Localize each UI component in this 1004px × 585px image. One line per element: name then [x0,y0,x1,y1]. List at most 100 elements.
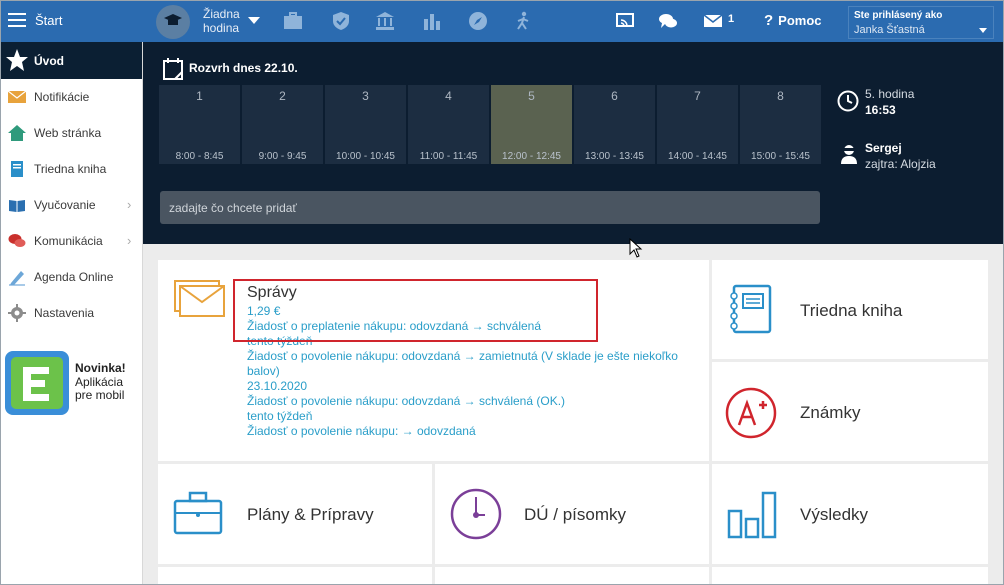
period-time: 12:00 - 12:45 [502,151,561,162]
clock-icon [837,90,859,112]
birthday-name[interactable]: Sergej [865,141,902,155]
grade-a-plus-icon [725,387,777,439]
plans-tile[interactable]: Plány & Prípravy [158,464,432,564]
open-book-icon [9,200,25,212]
period-cell[interactable]: 3 10:00 - 10:45 [325,85,406,164]
hamburger-menu-icon[interactable] [8,13,26,27]
current-time: 16:53 [865,103,896,117]
sidebar-item-vyucovanie[interactable]: Vyučovanie › [1,187,142,223]
bank-icon[interactable] [375,11,395,31]
period-number: 4 [445,89,452,103]
schedule-title: Rozvrh dnes 22.10. [189,61,298,75]
grades-label: Známky [800,403,861,422]
feed-item[interactable]: Žiadosť o povolenie nákupu: odovzdaná → … [247,394,707,409]
schedule-panel: Rozvrh dnes 22.10. 1 8:00 - 8:45 2 9:00 - 9… [143,42,1003,244]
homework-label: DÚ / písomky [524,505,627,524]
sidebar-item-notifikacie[interactable]: Notifikácie [1,79,142,115]
envelope-icon [8,90,26,103]
help-link[interactable]: ? Pomoc [764,12,822,29]
sidebar-item-agenda-online[interactable]: Agenda Online [1,259,142,295]
period-cell[interactable]: 2 9:00 - 9:45 [242,85,323,164]
feed-date: 23.10.2020 [247,379,308,393]
shield-icon[interactable] [331,11,351,31]
birthday-tomorrow: zajtra: Alojzia [865,157,936,171]
chevron-down-icon [979,28,987,33]
current-hour: 5. hodina [865,87,915,101]
person-icon [841,145,857,164]
walking-icon[interactable] [513,11,533,31]
period-cell[interactable]: 8 15:00 - 15:45 [740,85,821,164]
house-icon [8,125,26,141]
plans-label: Plány & Prípravy [247,505,374,524]
sidebar-item-triedna-kniha[interactable]: Triedna kniha [1,151,142,187]
gear-icon [8,304,26,322]
notebook-icon [730,284,772,334]
period-number: 6 [611,89,618,103]
add-item-input[interactable] [160,191,820,224]
app-window: Štart Žiadna hodina 1 ? Pomoc Ste prihlás… [0,0,1004,585]
period-number: 1 [196,89,203,103]
user-account-dropdown[interactable]: Ste prihlásený ako Janka Šťastná [848,6,994,39]
chat-bubbles-icon[interactable] [658,11,678,31]
briefcase-icon[interactable] [283,11,303,31]
start-link[interactable]: Štart [35,13,62,28]
bar-chart-icon[interactable] [422,11,442,31]
period-cell[interactable]: 5 12:00 - 12:45 [491,85,572,164]
grades-tile[interactable]: Známky [712,362,988,461]
period-number: 7 [694,89,701,103]
mobile-app-promo[interactable]: Novinka! Aplikácia pre mobil [5,351,139,417]
period-cell[interactable]: 7 14:00 - 14:45 [657,85,738,164]
period-cell[interactable]: 6 13:00 - 13:45 [574,85,655,164]
sidebar-item-nastavenia[interactable]: Nastavenia [1,295,142,331]
promo-title: Novinka! [75,361,126,375]
edupage-logo-icon [5,351,69,415]
homework-tile[interactable]: DÚ / písomky [435,464,709,564]
tile-partial [158,567,432,584]
clock-icon [450,488,502,540]
period-time: 15:00 - 15:45 [751,151,810,162]
message-count-badge[interactable]: 1 [728,13,734,25]
period-time: 9:00 - 9:45 [258,151,307,162]
period-time: 13:00 - 13:45 [585,151,644,162]
period-number: 8 [777,89,784,103]
user-name: Janka Šťastná [854,24,925,36]
star-icon [6,49,28,71]
pen-icon [9,271,25,286]
class-book-tile[interactable]: Triedna kniha [712,260,988,359]
sidebar-item-komunikacia[interactable]: Komunikácia › [1,223,142,259]
calendar-icon [163,58,183,80]
envelope-icon [174,280,225,317]
sidebar: Úvod Notifikácie Web stránka Triedna kni… [1,42,143,584]
bar-chart-icon [727,491,777,539]
promo-text: Aplikácia pre mobil [75,375,125,402]
feed-item[interactable]: Žiadosť o povolenie nákupu: odovzdaná → … [247,349,707,379]
highlight-box [233,279,598,342]
add-input-container [160,191,820,224]
chat-icon [8,234,26,247]
lesson-selector[interactable]: Žiadna hodina [203,7,240,35]
tile-partial [712,567,988,584]
lesson-cap-icon[interactable] [156,5,190,39]
book-icon [11,161,23,177]
mail-icon[interactable] [703,11,723,31]
sidebar-item-web-stranka[interactable]: Web stránka [1,115,142,151]
period-cell[interactable]: 4 11:00 - 11:45 [408,85,489,164]
compass-icon[interactable] [468,11,488,31]
sidebar-item-uvod[interactable]: Úvod [1,42,142,79]
results-label: Výsledky [800,505,869,524]
tile-partial [435,567,709,584]
period-cell[interactable]: 1 8:00 - 8:45 [159,85,240,164]
briefcase-icon [173,491,223,535]
results-tile[interactable]: Výsledky [712,464,988,564]
period-time: 14:00 - 14:45 [668,151,727,162]
feed-date: tento týždeň [247,409,313,423]
class-book-label: Triedna kniha [800,301,903,320]
period-number: 5 [528,89,535,103]
feed-item[interactable]: Žiadosť o povolenie nákupu: → odovzdaná [247,424,707,439]
cast-icon[interactable] [615,11,635,31]
chevron-down-icon[interactable] [248,17,260,24]
period-number: 2 [279,89,286,103]
period-time: 11:00 - 11:45 [419,151,478,162]
top-bar: Štart Žiadna hodina 1 ? Pomoc Ste prihlás… [1,1,1003,42]
messages-tile[interactable]: Správy 1,29 € Žiadosť o preplatenie náku… [158,260,709,461]
